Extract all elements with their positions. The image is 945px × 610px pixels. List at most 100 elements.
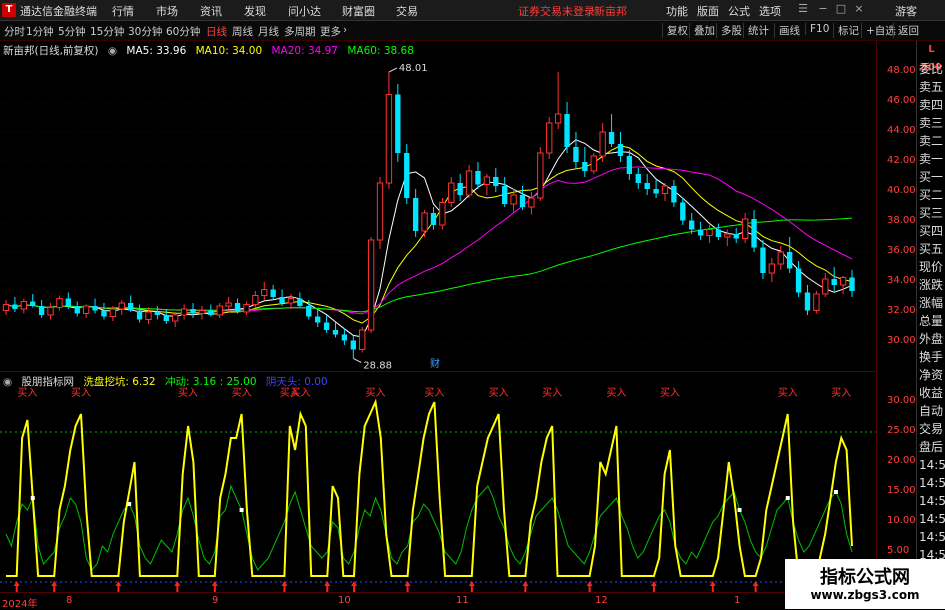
candle-body (332, 330, 339, 335)
settings-icon[interactable]: ☰ (796, 2, 810, 16)
side-item[interactable]: 总量 (919, 311, 945, 331)
indicator-chart[interactable]: 买入 买入 买入 买入 买入买入 买入 买入 买入 买入 买入 买入 买入 买入 (0, 372, 876, 592)
side-item[interactable]: 现价 (919, 257, 945, 277)
price-tick-label: 40.00 (887, 185, 916, 196)
period-tab-more[interactable]: 更多 (320, 24, 341, 39)
period-tab-60min[interactable]: 60分钟 (166, 24, 200, 39)
guest-label[interactable]: 游客 (895, 3, 917, 19)
candle-body (385, 94, 393, 184)
indicator-legend: ◉ 股朋指标网 洗盘挖坑: 6.32 冲动: 3.16 : 25.00 阴天头:… (3, 374, 334, 389)
indicator-tick-label: 20.00 (887, 455, 916, 466)
level-badge[interactable]: L 500 (917, 41, 945, 73)
period-tab-15min[interactable]: 15分钟 (90, 24, 124, 39)
price-tick-label: 36.00 (887, 245, 916, 256)
candle-body (697, 229, 704, 236)
menu-item-market[interactable]: 行情 (112, 3, 134, 19)
login-warning[interactable]: 证券交易未登录 (518, 3, 595, 19)
kline-panel[interactable]: 48.01 28.88 财 新亩邦(日线,前复权) ◉ MA5: 33.96 MA1… (0, 41, 876, 372)
date-label-oct: 10 (338, 595, 351, 606)
side-item[interactable]: 卖三 (919, 113, 945, 133)
candle-body (777, 251, 784, 265)
menu-item-discover[interactable]: 发现 (244, 3, 266, 19)
toolbar-adjust[interactable]: 复权 (662, 23, 688, 38)
legend-toggle-icon[interactable]: ◉ (108, 45, 117, 57)
toolbar-multistock[interactable]: 多股 (716, 23, 742, 38)
toolbar-f10[interactable]: F10 (805, 23, 829, 35)
buy-arrow-icon (752, 581, 759, 586)
side-item[interactable]: 委比 (919, 59, 945, 79)
app-name: 通达信金融终端 (20, 5, 97, 18)
side-item[interactable]: 卖四 (919, 95, 945, 115)
side-item[interactable]: 买五 (919, 239, 945, 259)
period-toolbar: 分时 1分钟 5分钟 15分钟 30分钟 60分钟 日线 周线 月线 多周期 更… (0, 21, 945, 41)
price-tick-label: 30.00 (887, 335, 916, 346)
period-tab-monthly[interactable]: 月线 (258, 24, 279, 39)
period-tab-30min[interactable]: 30分钟 (128, 24, 162, 39)
candle-body (546, 122, 553, 154)
candle-body (20, 301, 27, 310)
indicator-toggle-icon[interactable]: ◉ (3, 376, 12, 388)
side-item[interactable]: 14:56 (919, 527, 945, 547)
candle-body (599, 131, 606, 157)
impulse-marker (833, 490, 838, 494)
menu-item-layout[interactable]: 版面 (697, 3, 719, 19)
toolbar-back[interactable]: 返回 (893, 23, 919, 38)
side-item[interactable]: 14:56 (919, 473, 945, 493)
candle-body (706, 229, 713, 236)
candle-body (198, 310, 206, 314)
menu-item-news[interactable]: 资讯 (200, 3, 222, 19)
maximize-icon[interactable]: □ (834, 2, 848, 16)
side-item[interactable]: 14:56 (919, 491, 945, 511)
toolbar-overlay[interactable]: 叠加 (689, 23, 715, 38)
candle-body (661, 185, 669, 194)
side-item[interactable]: 涨跌 (919, 275, 945, 295)
period-tab-multi[interactable]: 多周期 (284, 24, 316, 39)
menu-item-formula[interactable]: 公式 (728, 3, 750, 19)
menu-item-trade[interactable]: 交易 (396, 3, 418, 19)
side-item[interactable]: 买二 (919, 185, 945, 205)
candle-body (190, 309, 196, 314)
toolbar-mark[interactable]: 标记 (833, 23, 859, 38)
side-item[interactable]: 卖一 (919, 149, 945, 169)
side-item[interactable]: 卖二 (919, 131, 945, 151)
buy-arrow-icon (522, 581, 529, 586)
side-item[interactable]: 外盘 (919, 329, 945, 349)
menu-item-wealth[interactable]: 财富圈 (342, 3, 375, 19)
candle-body (430, 213, 437, 225)
period-tab-daily[interactable]: 日线 (206, 24, 227, 39)
period-tab-timeshare[interactable]: 分时 (4, 24, 25, 39)
menu-item-options[interactable]: 选项 (759, 3, 781, 19)
side-item[interactable]: 收益 (919, 383, 945, 403)
toolbar-add-watchlist[interactable]: +自选 (861, 23, 896, 38)
period-tab-1min[interactable]: 1分钟 (26, 24, 54, 39)
buy-signal-label: 买入 (542, 387, 562, 399)
indicator-panel[interactable]: 买入 买入 买入 买入 买入 买入 买入 买入 买入 买入 买入 买入 买入 买入 ◉ 股朋指标网 洗盘挖… (0, 372, 876, 592)
side-item[interactable]: 净资 (919, 365, 945, 385)
menu-item-markets[interactable]: 市场 (156, 3, 178, 19)
period-tab-weekly[interactable]: 周线 (232, 24, 253, 39)
candle-body (493, 177, 499, 186)
side-item[interactable]: 14:56 (919, 509, 945, 529)
kline-chart[interactable]: 48.01 28.88 财 (0, 41, 876, 371)
menu-item-function[interactable]: 功能 (666, 3, 688, 19)
side-item[interactable]: 自动 (919, 401, 945, 421)
toolbar-stats[interactable]: 统计 (743, 23, 769, 38)
watermark-title: 指标公式网 (820, 567, 910, 588)
period-tab-5min[interactable]: 5分钟 (58, 24, 86, 39)
side-item[interactable]: 盘后 (919, 437, 945, 457)
side-item[interactable]: 买三 (919, 203, 945, 223)
ma-legend: 新亩邦(日线,前复权) ◉ MA5: 33.96 MA10: 34.00 MA2… (3, 43, 420, 58)
ma60-label: MA60: 38.68 (347, 45, 414, 57)
toolbar-draw[interactable]: 画线 (774, 23, 800, 38)
minimize-icon[interactable]: − (816, 2, 830, 16)
chevron-right-icon[interactable]: › (343, 24, 347, 36)
side-item[interactable]: 换手 (919, 347, 945, 367)
side-item[interactable]: 涨幅 (919, 293, 945, 313)
close-icon[interactable]: × (852, 2, 866, 16)
side-item[interactable]: 买四 (919, 221, 945, 241)
side-item[interactable]: 交易 (919, 419, 945, 439)
side-item[interactable]: 买一 (919, 167, 945, 187)
menu-item-ask[interactable]: 问小达 (288, 3, 321, 19)
side-item[interactable]: 卖五 (919, 77, 945, 97)
side-item[interactable]: 14:56 (919, 455, 945, 475)
